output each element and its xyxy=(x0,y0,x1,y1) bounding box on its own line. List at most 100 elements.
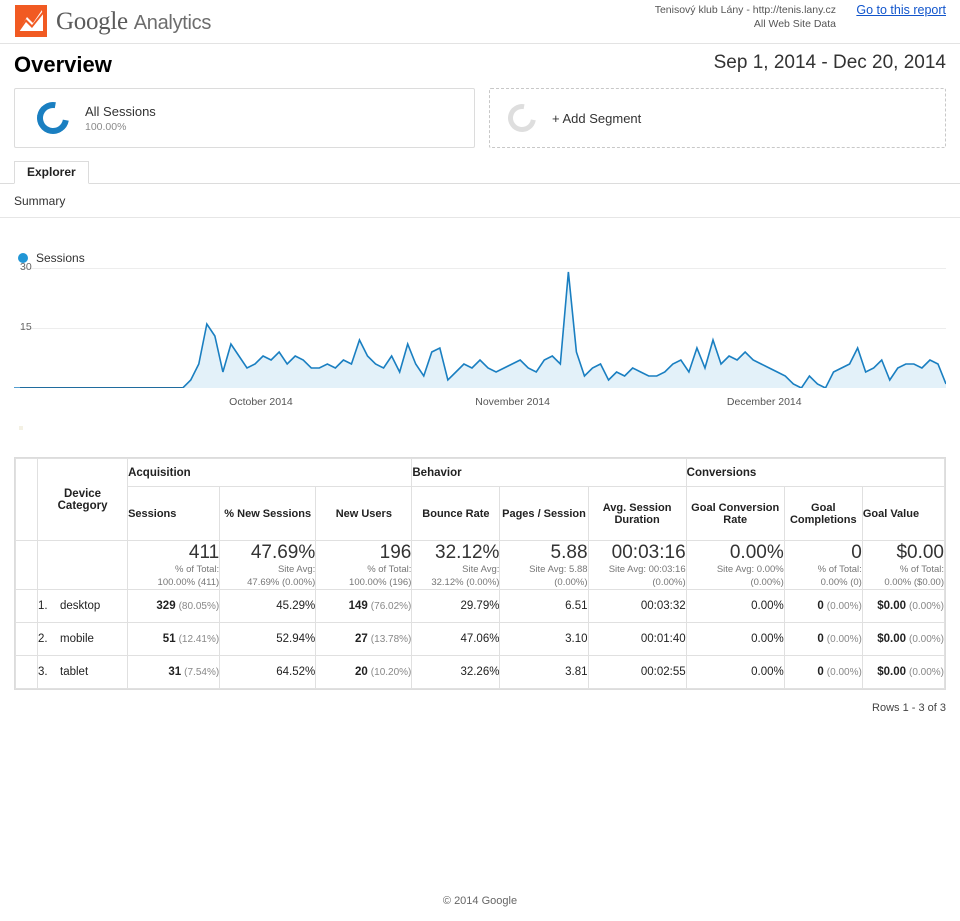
summary-new-users: 196 % of Total: 100.00% (196) xyxy=(315,540,413,590)
group-conversions: Conversions xyxy=(685,458,946,487)
header-avg-session-duration[interactable]: Avg. Session Duration xyxy=(587,486,687,541)
sessions-area-series xyxy=(14,271,946,388)
header-new-users[interactable]: New Users xyxy=(315,486,413,541)
page-title: Overview xyxy=(14,52,112,77)
header-new-sessions-pct[interactable]: % New Sessions xyxy=(219,486,317,541)
row-avg-duration: 00:01:40 xyxy=(587,622,687,656)
row-goal-value-value: $0.00 xyxy=(877,633,906,645)
summary-pages-sub1: Site Avg: 5.88 xyxy=(529,564,588,575)
account-info: Tenisový klub Lány - http://tenis.lany.c… xyxy=(655,3,836,31)
summary-goal-completions: 0 % of Total: 0.00% (0) xyxy=(783,540,863,590)
table-metric-header-row: Sessions % New Sessions New Users Bounce… xyxy=(16,486,946,541)
summary-pages-per-session: 5.88 Site Avg: 5.88 (0.00%) xyxy=(499,540,589,590)
row-goal-completions: 0 (0.00%) xyxy=(783,655,863,689)
account-name: Tenisový klub Lány - http://tenis.lany.c… xyxy=(654,4,836,16)
row-sessions-value: 51 xyxy=(162,633,176,645)
summary-goal-value-sub2: 0.00% ($0.00) xyxy=(884,576,944,588)
summary-sessions: 411 % of Total: 100.00% (411) xyxy=(127,540,221,590)
table-row[interactable]: 2. mobile 51 (12.41%) 52.94% 27 (13.78%) 47… xyxy=(14,622,946,656)
x-tick-december: December 2014 xyxy=(726,396,802,408)
summary-duration-sub1: Site Avg: 00:03:16 xyxy=(608,564,686,575)
summary-goal-value-sub1: % of Total: xyxy=(899,564,944,575)
group-behavior: Behavior xyxy=(411,458,687,487)
row-index: 3. xyxy=(38,666,48,678)
analytics-logo-icon xyxy=(14,4,48,38)
row-goal-value-pct: (0.00%) xyxy=(908,601,944,612)
summary-goal-rate-sub1: Site Avg: 0.00% xyxy=(716,564,784,575)
row-bounce-rate: 32.26% xyxy=(411,655,501,689)
go-to-report-link[interactable]: Go to this report xyxy=(856,3,946,17)
summary-duration-sub2: (0.00%) xyxy=(652,576,686,588)
row-goal-rate: 0.00% xyxy=(685,655,785,689)
row-name[interactable]: mobile xyxy=(60,633,94,645)
header-bounce-rate[interactable]: Bounce Rate xyxy=(411,486,501,541)
segment-name: All Sessions xyxy=(85,103,156,119)
segment-all-sessions[interactable]: All Sessions 100.00% xyxy=(14,88,475,148)
header-pages-per-session[interactable]: Pages / Session xyxy=(499,486,589,541)
row-index: 1. xyxy=(38,600,48,612)
row-device-category[interactable]: 3. tablet xyxy=(37,655,129,689)
summary-new-users-value: 196 xyxy=(379,542,412,563)
row-sessions-pct: (12.41%) xyxy=(178,634,220,645)
x-tick-november: November 2014 xyxy=(475,396,550,408)
add-segment-button[interactable]: + Add Segment xyxy=(489,88,946,148)
summary-pages-value: 5.88 xyxy=(550,542,588,563)
row-goal-value-value: $0.00 xyxy=(877,666,906,678)
date-range[interactable]: Sep 1, 2014 - Dec 20, 2014 xyxy=(714,52,946,74)
summary-goal-rate: 0.00% Site Avg: 0.00% (0.00%) xyxy=(685,540,785,590)
row-name[interactable]: tablet xyxy=(60,666,88,678)
summary-bounce-rate: 32.12% Site Avg: 32.12% (0.00%) xyxy=(411,540,501,590)
row-goal-rate: 0.00% xyxy=(685,589,785,623)
summary-goal-rate-sub2: (0.00%) xyxy=(750,576,784,588)
row-index-cell xyxy=(14,589,39,623)
table-row[interactable]: 1. desktop 329 (80.05%) 45.29% 149 (76.02%)… xyxy=(14,589,946,623)
row-index-cell xyxy=(14,655,39,689)
summary-new-sessions-sub1: Site Avg: xyxy=(277,564,316,575)
add-segment-donut-icon xyxy=(502,98,542,138)
tab-explorer[interactable]: Explorer xyxy=(14,161,89,184)
footer-copyright: © 2014 Google xyxy=(442,895,518,907)
row-goal-value: $0.00 (0.00%) xyxy=(861,622,946,656)
row-goal-completions-value: 0 xyxy=(817,666,824,678)
device-category-table: Device Category Acquisition Behavior Con… xyxy=(14,457,946,690)
row-device-category[interactable]: 2. mobile xyxy=(37,622,129,656)
row-new-sessions-pct: 45.29% xyxy=(219,589,317,623)
summary-index-cell xyxy=(14,540,39,590)
row-new-users: 20 (10.20%) xyxy=(315,655,413,689)
summary-link[interactable]: Summary xyxy=(14,194,65,208)
header-sessions[interactable]: Sessions xyxy=(127,486,221,541)
summary-bounce-rate-value: 32.12% xyxy=(435,542,500,563)
row-pages-per-session: 3.10 xyxy=(499,622,589,656)
table-summary-row: 411 % of Total: 100.00% (411) 47.69% Sit… xyxy=(14,540,946,590)
header-goal-value[interactable]: Goal Value xyxy=(861,486,946,541)
chart-x-axis: October 2014 November 2014 December 2014 xyxy=(14,396,946,416)
summary-new-users-sub2: 100.00% (196) xyxy=(349,576,412,588)
row-goal-value-pct: (0.00%) xyxy=(908,667,944,678)
row-goal-value-value: $0.00 xyxy=(877,600,906,612)
row-goal-completions-pct: (0.00%) xyxy=(826,601,862,612)
google-analytics-logo[interactable]: Google Analytics xyxy=(14,4,211,38)
summary-goal-value: $0.00 % of Total: 0.00% ($0.00) xyxy=(861,540,946,590)
row-new-sessions-pct: 64.52% xyxy=(219,655,317,689)
row-new-users-pct: (76.02%) xyxy=(370,601,412,612)
device-category-header[interactable]: Device Category xyxy=(37,458,129,541)
row-device-category[interactable]: 1. desktop xyxy=(37,589,129,623)
row-pages-per-session: 3.81 xyxy=(499,655,589,689)
header-goal-conversion-rate[interactable]: Goal Conversion Rate xyxy=(685,486,785,541)
summary-dimension-cell xyxy=(37,540,129,590)
row-goal-value: $0.00 (0.00%) xyxy=(861,589,946,623)
segment-donut-icon xyxy=(30,95,76,141)
row-new-users: 149 (76.02%) xyxy=(315,589,413,623)
row-sessions: 329 (80.05%) xyxy=(127,589,221,623)
header-goal-completions[interactable]: Goal Completions xyxy=(783,486,863,541)
row-name[interactable]: desktop xyxy=(60,600,100,612)
row-goal-completions: 0 (0.00%) xyxy=(783,622,863,656)
summary-bounce-rate-sub1: Site Avg: xyxy=(462,564,500,575)
x-tick-october: October 2014 xyxy=(229,396,293,408)
view-name: All Web Site Data xyxy=(753,18,836,30)
row-new-users-value: 27 xyxy=(355,633,368,645)
table-row[interactable]: 3. tablet 31 (7.54%) 64.52% 20 (10.20%) 32.… xyxy=(14,655,946,689)
add-segment-label: + Add Segment xyxy=(552,110,642,126)
row-sessions-pct: (7.54%) xyxy=(184,667,220,678)
chart-corner-marker-icon xyxy=(19,426,23,430)
